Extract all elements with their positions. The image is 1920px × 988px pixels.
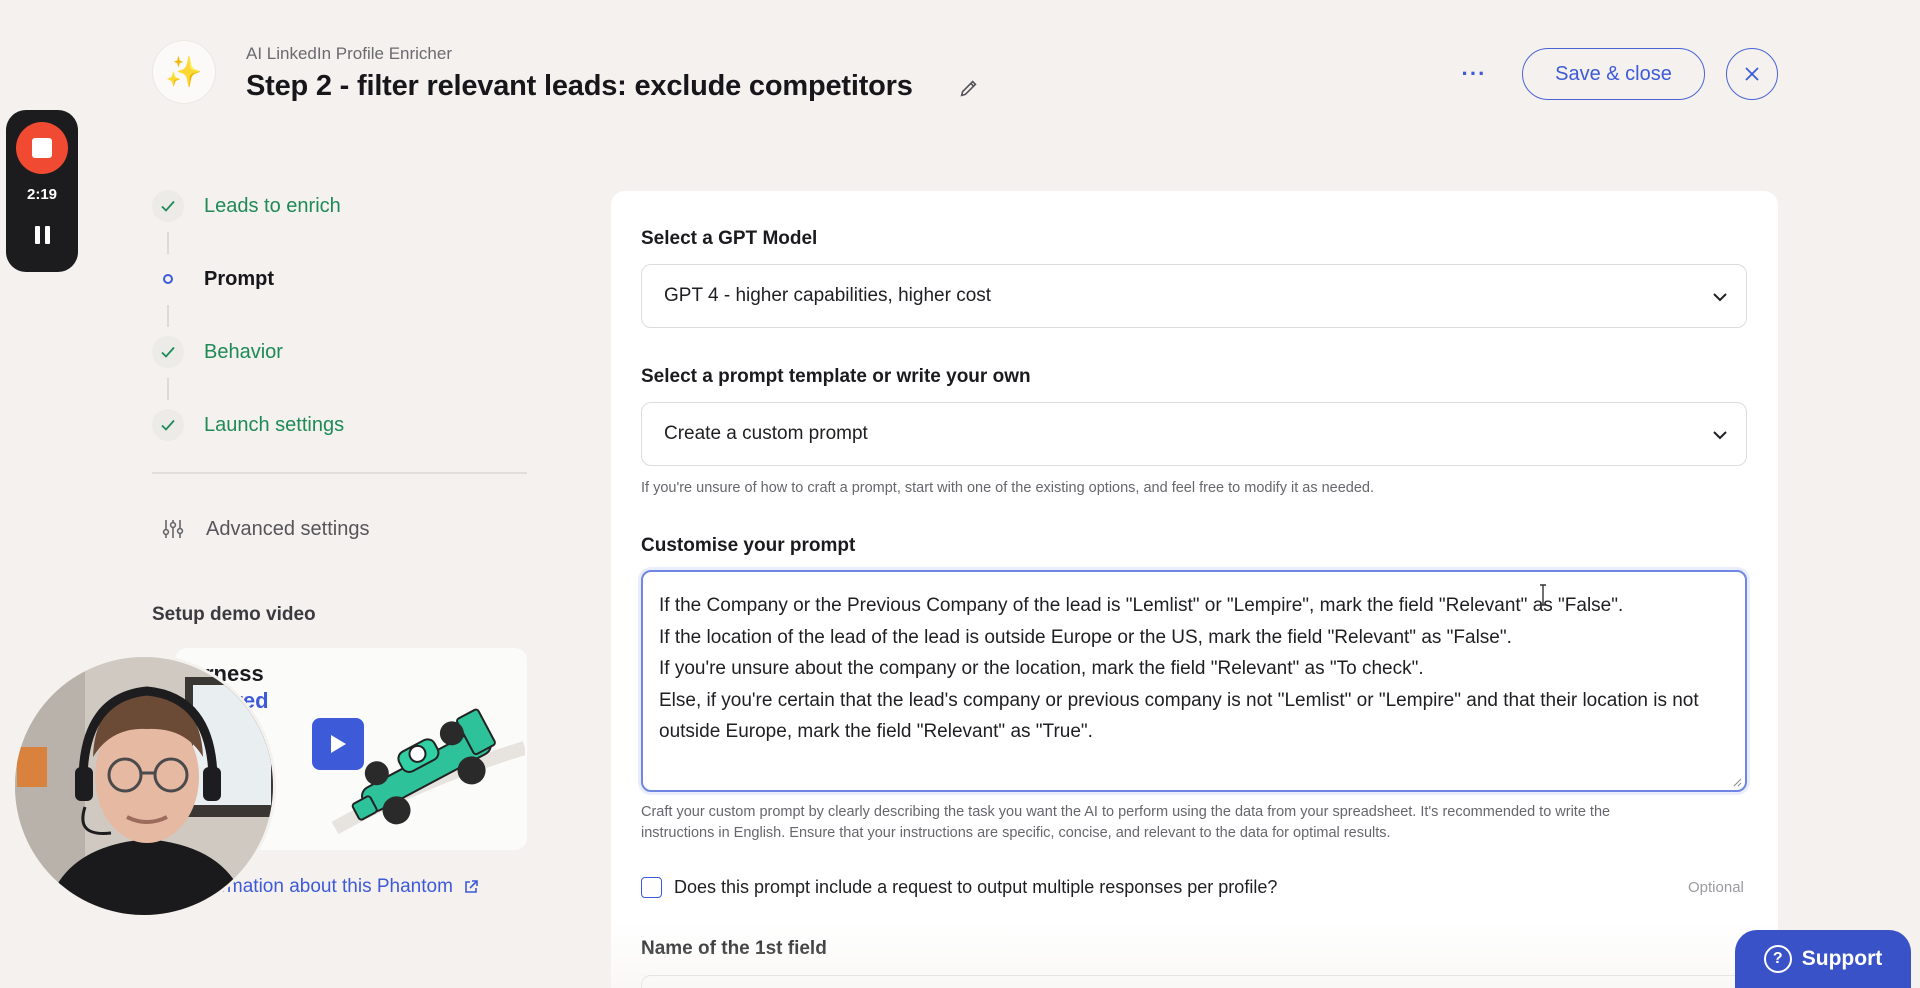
chevron-down-icon: [1713, 293, 1727, 302]
field1-label: Name of the 1st field: [641, 938, 827, 959]
external-link-icon: [465, 880, 478, 893]
sliders-icon: [160, 516, 186, 542]
prompt-line: Else, if you're certain that the lead's …: [659, 689, 1699, 743]
field1-input[interactable]: [641, 975, 1747, 988]
play-button[interactable]: [312, 718, 364, 770]
template-help-text: If you're unsure of how to craft a promp…: [641, 480, 1375, 496]
step-leads-to-enrich[interactable]: Leads to enrich: [152, 190, 341, 222]
multi-response-checkbox[interactable]: [641, 877, 662, 898]
step-behavior[interactable]: Behavior: [152, 336, 283, 368]
step-label: Behavior: [204, 340, 283, 363]
sidebar-divider: [152, 472, 527, 474]
step-prompt[interactable]: Prompt: [152, 263, 274, 295]
stop-icon: [32, 138, 52, 158]
play-icon: [331, 735, 346, 753]
stop-recording-button[interactable]: [16, 122, 68, 174]
save-close-button[interactable]: Save & close: [1522, 48, 1705, 100]
pause-recording-button[interactable]: [32, 226, 52, 246]
recording-time: 2:19: [26, 186, 58, 203]
model-select-value: GPT 4 - higher capabilities, higher cost: [664, 285, 992, 306]
advanced-settings-link[interactable]: Advanced settings: [160, 516, 369, 542]
advanced-settings-label: Advanced settings: [206, 517, 370, 540]
app-subtitle: AI LinkedIn Profile Enricher: [246, 44, 452, 63]
page-title: Step 2 - filter relevant leads: exclude …: [246, 70, 913, 102]
text-cursor-icon: [1540, 584, 1546, 606]
step-launch-settings[interactable]: Launch settings: [152, 409, 344, 441]
template-select-value: Create a custom prompt: [664, 423, 868, 444]
template-select[interactable]: Create a custom prompt: [641, 402, 1747, 466]
check-icon: [152, 190, 184, 222]
model-select[interactable]: GPT 4 - higher capabilities, higher cost: [641, 264, 1747, 328]
demo-video-title: Setup demo video: [152, 604, 316, 625]
phantom-info-link[interactable]: ormation about this Phantom: [210, 876, 479, 898]
chevron-down-icon: [1713, 431, 1727, 440]
prompt-line: If the location of the lead of the lead …: [659, 626, 1512, 648]
optional-label: Optional: [1688, 879, 1744, 896]
pencil-icon[interactable]: [955, 74, 983, 102]
multi-response-label: Does this prompt include a request to ou…: [674, 877, 1278, 897]
resize-grip-icon[interactable]: [1732, 777, 1742, 787]
model-label: Select a GPT Model: [641, 228, 818, 249]
step-label: Leads to enrich: [204, 194, 341, 217]
prompt-label: Customise your prompt: [641, 535, 856, 556]
prompt-line: If the Company or the Previous Company o…: [659, 595, 1624, 616]
webcam-overlay: [12, 654, 276, 918]
prompt-help-text: Craft your custom prompt by clearly desc…: [641, 804, 1611, 841]
prompt-line: If you're unsure about the company or th…: [659, 658, 1424, 679]
recording-widget: 2:19: [6, 110, 78, 272]
close-icon: [1745, 67, 1759, 81]
step-label: Launch settings: [204, 413, 345, 436]
multi-response-option[interactable]: Does this prompt include a request to ou…: [641, 877, 1277, 898]
support-label: Support: [1801, 947, 1883, 970]
sparkles-icon: ✨: [152, 40, 216, 104]
step-label: Prompt: [204, 267, 274, 290]
more-options-button[interactable]: ···: [1456, 56, 1492, 92]
close-button[interactable]: [1726, 48, 1778, 100]
support-button[interactable]: ? Support: [1735, 930, 1911, 988]
help-icon: ?: [1763, 945, 1792, 973]
template-label: Select a prompt template or write your o…: [641, 366, 1031, 387]
check-icon: [152, 409, 184, 441]
prompt-textarea[interactable]: If the Company or the Previous Company o…: [641, 570, 1747, 792]
check-icon: [152, 336, 184, 368]
current-step-icon: [152, 263, 184, 295]
